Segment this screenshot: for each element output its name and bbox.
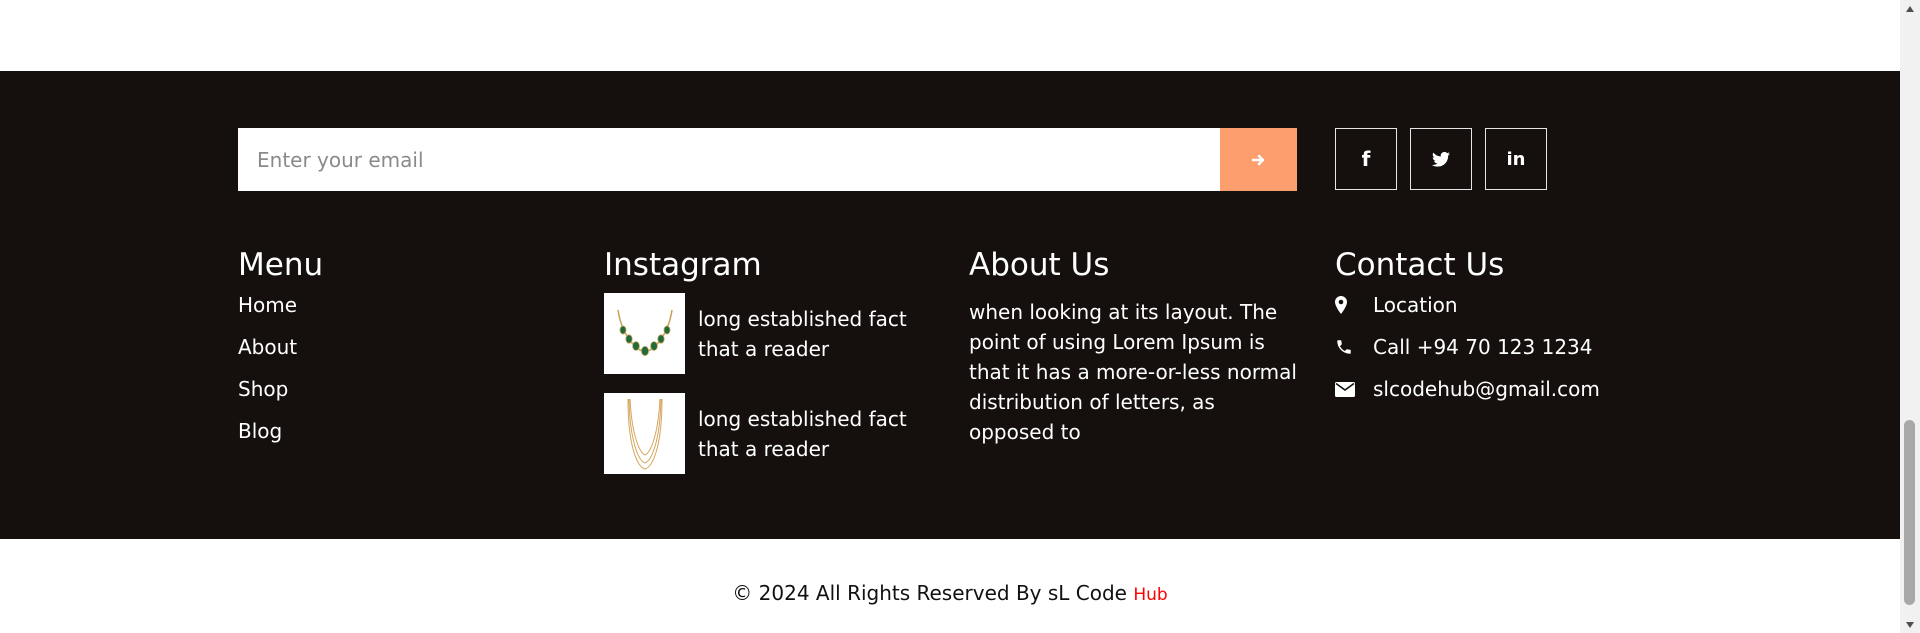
about-text: when looking at its layout. The point of… [969,300,1297,444]
email-input[interactable] [238,128,1220,191]
phone-icon [1335,335,1359,359]
arrow-right-icon [1251,154,1264,165]
social-links: f in [1335,128,1547,190]
menu-link-about[interactable]: About [238,335,323,359]
copyright-brand-accent: Hub [1133,585,1168,605]
facebook-button[interactable]: f [1335,128,1397,190]
copyright-bar: © 2024 All Rights Reserved By sL Code Hu… [0,539,1900,633]
contact-column: Contact Us Location Call +94 70 123 1234… [1335,245,1600,419]
linkedin-icon: in [1506,148,1526,170]
menu-link-shop[interactable]: Shop [238,377,323,401]
twitter-button[interactable] [1410,128,1472,190]
menu-heading: Menu [238,247,324,283]
vertical-scrollbar[interactable] [1900,0,1920,633]
instagram-post[interactable]: long established fact that a reader [604,393,928,474]
scroll-down-arrow-icon[interactable] [1900,616,1920,633]
twitter-icon [1432,151,1450,167]
menu-link-home[interactable]: Home [238,293,323,317]
site-footer: f in Menu Home About Shop Blog Instagram [0,71,1900,539]
facebook-icon: f [1361,147,1371,171]
menu-column: Menu Home About Shop Blog [238,245,323,461]
page-top-blank [0,0,1900,71]
contact-email-text: slcodehub@gmail.com [1373,377,1600,401]
contact-location-text: Location [1373,293,1458,317]
subscribe-button[interactable] [1220,128,1297,191]
contact-list: Location Call +94 70 123 1234 slcodehub@… [1335,293,1600,401]
gold-necklace-image [604,393,685,474]
instagram-post-caption: long established fact that a reader [698,406,907,461]
instagram-posts: long established fact that a reader long… [604,293,928,474]
menu-list: Home About Shop Blog [238,293,323,443]
instagram-post-caption: long established fact that a reader [698,306,907,361]
copyright-text: © 2024 All Rights Reserved By sL Code Hu… [0,581,1900,605]
emerald-necklace-image [604,293,685,374]
copyright-main: © 2024 All Rights Reserved By sL Code [732,581,1127,605]
envelope-icon [1335,377,1359,401]
contact-location[interactable]: Location [1335,293,1600,317]
scrollbar-thumb[interactable] [1904,420,1915,605]
contact-email[interactable]: slcodehub@gmail.com [1335,377,1600,401]
contact-phone-text: Call +94 70 123 1234 [1373,335,1593,359]
contact-phone[interactable]: Call +94 70 123 1234 [1335,335,1600,359]
instagram-post[interactable]: long established fact that a reader [604,293,928,374]
menu-link-blog[interactable]: Blog [238,419,323,443]
about-heading: About Us [969,247,1110,283]
instagram-column: Instagram long established fact that a r… [604,245,928,474]
linkedin-button[interactable]: in [1485,128,1547,190]
instagram-heading: Instagram [604,247,762,283]
about-column: About Us when looking at its layout. The… [969,245,1299,447]
scroll-up-arrow-icon[interactable] [1900,0,1920,17]
map-marker-icon [1335,293,1359,317]
newsletter-form [238,128,1297,191]
contact-heading: Contact Us [1335,247,1505,283]
